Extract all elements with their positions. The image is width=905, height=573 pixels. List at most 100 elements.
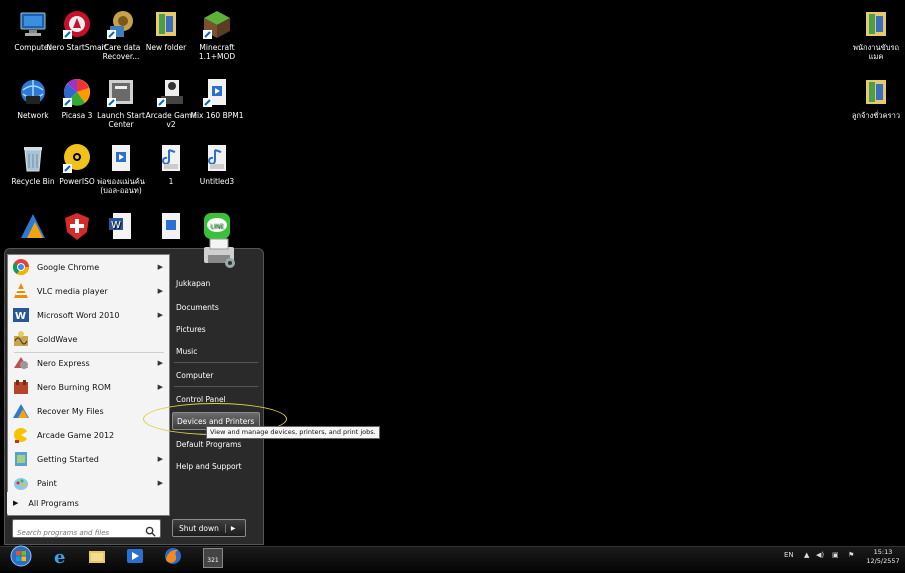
- shutdown-button[interactable]: Shut down ▶: [172, 519, 246, 537]
- all-programs-label: All Programs: [28, 498, 79, 508]
- programs-list: Google Chrome ▶ VLC media player ▶ W Mic…: [7, 254, 170, 516]
- shutdown-options-arrow-icon[interactable]: ▶: [226, 525, 241, 532]
- program-nero-burning-rom[interactable]: Nero Burning ROM ▶: [8, 375, 169, 399]
- language-indicator[interactable]: EN: [784, 551, 794, 559]
- recycle-bin-icon: [17, 142, 49, 174]
- nero-icon: [61, 8, 93, 40]
- folder-icon: [150, 8, 182, 40]
- desktop-icon-mix160[interactable]: Mix 160 BPM1: [186, 76, 248, 120]
- right-item-user[interactable]: Jukkapan: [172, 274, 260, 292]
- taskbar-ie[interactable]: e: [48, 546, 74, 570]
- right-item-label: Jukkapan: [176, 278, 211, 288]
- right-item-music[interactable]: Music: [172, 342, 260, 360]
- clock[interactable]: 15:13 12/5/2557: [864, 548, 902, 566]
- program-label: Nero Express: [37, 358, 90, 368]
- network-tray-icon[interactable]: ▣: [832, 551, 839, 559]
- right-item-label: Help and Support: [176, 461, 242, 471]
- right-item-label: Default Programs: [176, 439, 242, 449]
- start-orb-icon: [10, 545, 32, 571]
- arcade-icon: [12, 426, 30, 444]
- chevron-right-icon[interactable]: ▶: [158, 311, 163, 319]
- program-arcade-game-2012[interactable]: Arcade Game 2012: [8, 423, 169, 447]
- program-label: Recover My Files: [37, 406, 104, 416]
- recover-icon: [17, 210, 49, 242]
- taskbar-explorer[interactable]: [84, 548, 110, 568]
- start-button[interactable]: [8, 545, 34, 571]
- search-icon[interactable]: [145, 522, 156, 541]
- tooltip: View and manage devices, printers, and p…: [206, 426, 380, 439]
- word-document-icon: W: [105, 210, 137, 242]
- desktop-icon-label: Network: [17, 111, 49, 120]
- chevron-right-icon[interactable]: ▶: [158, 455, 163, 463]
- program-label: Arcade Game 2012: [37, 430, 115, 440]
- program-label: GoldWave: [37, 334, 78, 344]
- devices-printer-icon: [200, 235, 240, 271]
- program-vlc[interactable]: VLC media player ▶: [8, 279, 169, 303]
- getting-started-icon: [12, 450, 30, 468]
- right-item-label: Music: [176, 346, 198, 356]
- clock-date: 12/5/2557: [866, 557, 900, 565]
- poweriso-icon: [61, 142, 93, 174]
- all-programs-button[interactable]: ▶ All Programs: [7, 492, 168, 514]
- search-box[interactable]: [12, 519, 161, 541]
- chevron-right-icon[interactable]: ▶: [158, 287, 163, 295]
- action-center-flag-icon[interactable]: ⚑: [848, 551, 854, 559]
- goldwave-icon: [12, 330, 30, 348]
- right-item-documents[interactable]: Documents: [172, 298, 260, 316]
- desktop-icon-label: พ่อของแม่นค้น (บอล-ออนท): [97, 177, 145, 195]
- nero-burning-icon: [12, 378, 30, 396]
- program-google-chrome[interactable]: Google Chrome ▶: [8, 255, 169, 279]
- firefox-icon: [163, 546, 183, 570]
- right-item-computer[interactable]: Computer: [172, 366, 260, 384]
- search-input[interactable]: [13, 525, 141, 541]
- folder-icon: [860, 76, 892, 108]
- right-item-help-and-support[interactable]: Help and Support: [172, 457, 260, 475]
- program-label: Nero Burning ROM: [37, 382, 111, 392]
- right-item-label: Pictures: [176, 324, 206, 334]
- play-arrow-icon: ▶: [13, 499, 19, 507]
- calendar-app-icon: 321: [203, 548, 223, 568]
- picasa-icon: [61, 76, 93, 108]
- paint-icon: [12, 474, 30, 492]
- clock-time: 15:13: [873, 548, 893, 556]
- chrome-icon: [12, 258, 30, 276]
- ie-icon: e: [51, 546, 71, 570]
- program-label: Getting Started: [37, 454, 99, 464]
- network-icon: [17, 76, 49, 108]
- wav-icon: [155, 142, 187, 174]
- program-word[interactable]: W Microsoft Word 2010 ▶: [8, 303, 169, 327]
- start-center-icon: [105, 76, 137, 108]
- desktop-icon-label: Untitled3: [199, 177, 235, 186]
- program-goldwave[interactable]: GoldWave: [8, 327, 169, 351]
- show-hidden-icons-icon[interactable]: ▲: [804, 551, 809, 559]
- chevron-right-icon[interactable]: ▶: [158, 383, 163, 391]
- svg-text:W: W: [111, 220, 121, 231]
- desktop-icon-untitled3[interactable]: Untitled3: [186, 142, 248, 186]
- taskbar-calendar-app[interactable]: 321: [200, 548, 226, 568]
- shield-icon: [61, 210, 93, 242]
- media-player-icon: [125, 546, 145, 570]
- nero-express-icon: [12, 354, 30, 372]
- desktop-icon-right-folder-2[interactable]: ลูกจ้างชั่วคราว: [845, 76, 905, 120]
- right-item-pictures[interactable]: Pictures: [172, 320, 260, 338]
- volume-icon[interactable]: ◀): [816, 551, 824, 559]
- desktop-icon-minecraft[interactable]: Minecraft 1.1+MOD: [186, 8, 248, 61]
- taskbar-media-player[interactable]: [122, 548, 148, 568]
- audio-file-icon: [105, 142, 137, 174]
- desktop-icon-right-folder-1[interactable]: พนักงานขับรถ แมค: [845, 8, 905, 61]
- wav-icon: [201, 142, 233, 174]
- taskbar-firefox[interactable]: [160, 548, 186, 568]
- chevron-right-icon[interactable]: ▶: [158, 479, 163, 487]
- audio-file-icon: [201, 76, 233, 108]
- program-getting-started[interactable]: Getting Started ▶: [8, 447, 169, 471]
- program-label: Paint: [37, 478, 57, 488]
- chevron-right-icon[interactable]: ▶: [158, 359, 163, 367]
- desktop-icon-label: Launch Start Center: [97, 111, 145, 129]
- svg-text:LINE: LINE: [210, 223, 224, 230]
- program-nero-express[interactable]: Nero Express ▶: [8, 351, 169, 375]
- chevron-right-icon[interactable]: ▶: [158, 263, 163, 271]
- desktop-icon-label: พนักงานขับรถ แมค: [852, 43, 900, 61]
- desktop-icon-label: Minecraft 1.1+MOD: [198, 43, 236, 61]
- icare-icon: [105, 8, 137, 40]
- right-item-label: Documents: [176, 302, 219, 312]
